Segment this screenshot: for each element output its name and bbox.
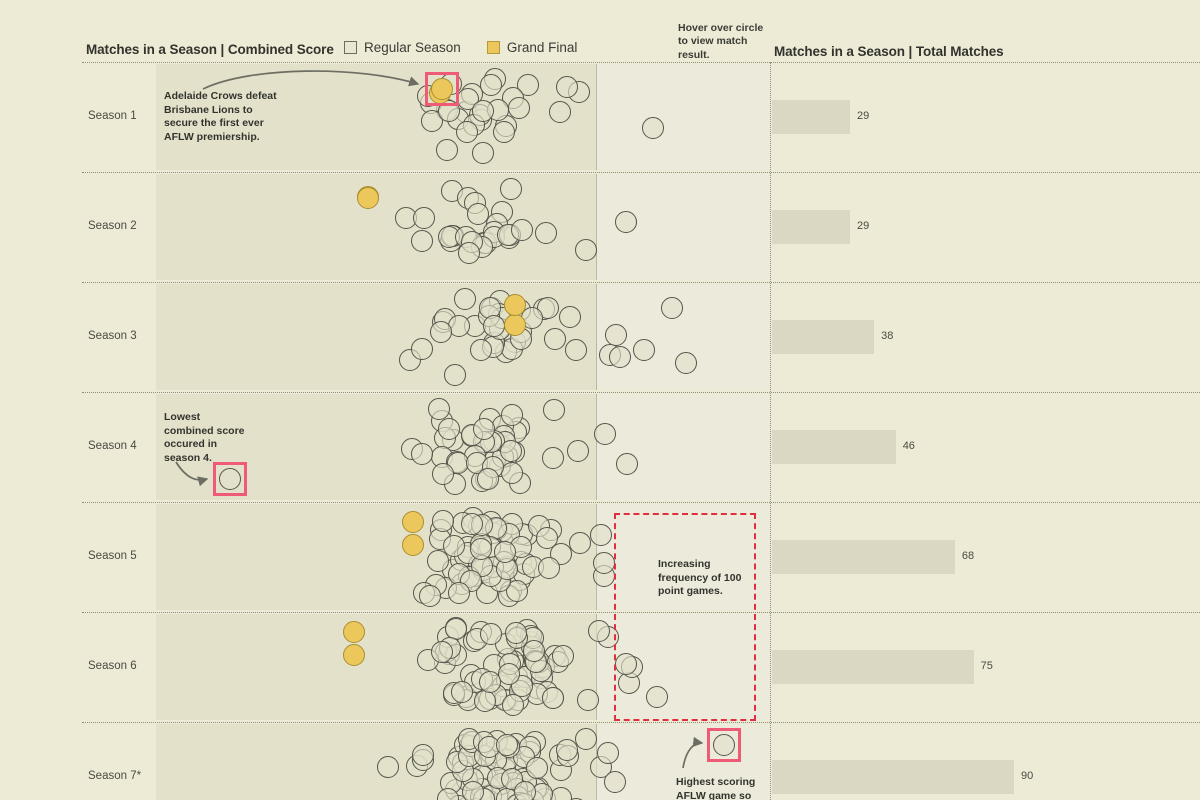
arrow-to-lowest-score <box>175 461 209 487</box>
arrow-to-first-premiership <box>202 70 420 90</box>
grand-final-circle-season-2[interactable] <box>357 187 379 209</box>
match-circle-lowest-score[interactable] <box>219 468 241 490</box>
grand-final-circle-highlighted-season-1[interactable] <box>431 78 453 100</box>
annotation-arrows <box>175 70 704 769</box>
grand-final-circle-season-3[interactable] <box>504 294 526 316</box>
match-circle-highest-score[interactable] <box>713 734 735 756</box>
arrow-to-highest-score <box>682 736 704 769</box>
grand-final-circle-season-6[interactable] <box>343 621 365 643</box>
grand-final-circle-season-5[interactable] <box>402 511 424 533</box>
visualization-root: Matches in a Season | Combined Score Reg… <box>0 0 1200 800</box>
